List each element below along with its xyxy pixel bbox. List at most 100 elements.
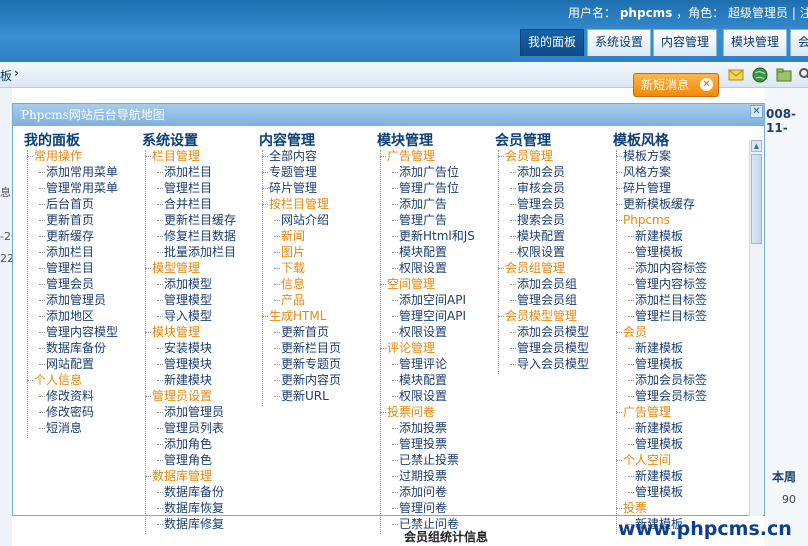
menu-link[interactable]: 管理会员模型 — [517, 340, 589, 356]
menu-link[interactable]: 更新缓存 — [46, 228, 94, 244]
menu-link[interactable]: 新建模板 — [635, 340, 683, 356]
menu-link[interactable]: 添加内容标签 — [635, 260, 707, 276]
menu-link[interactable]: 管理会员组 — [517, 292, 577, 308]
menu-group[interactable]: 图片 — [281, 244, 305, 260]
menu-group[interactable]: 按栏目管理 — [269, 196, 329, 212]
popup-close-icon[interactable]: ✕ — [750, 105, 763, 118]
menu-link[interactable]: 更新栏目缓存 — [164, 212, 236, 228]
menu-group[interactable]: 管理员设置 — [152, 388, 212, 404]
menu-link[interactable]: 更新首页 — [281, 324, 329, 340]
menu-group[interactable]: 会员组管理 — [505, 260, 565, 276]
menu-link[interactable]: 添加会员标签 — [635, 372, 707, 388]
menu-link[interactable]: 数据库备份 — [46, 340, 106, 356]
menu-link[interactable]: 修改密码 — [46, 404, 94, 420]
tab-system-settings[interactable]: 系统设置 — [587, 29, 652, 56]
menu-link[interactable]: 权限设置 — [399, 260, 447, 276]
folder-icon[interactable] — [776, 67, 792, 83]
menu-link[interactable]: 网站配置 — [46, 356, 94, 372]
menu-link[interactable]: 新建模板 — [635, 468, 683, 484]
menu-link[interactable]: 添加会员 — [517, 164, 565, 180]
menu-link[interactable]: 添加栏目 — [164, 164, 212, 180]
menu-link[interactable]: 安装模块 — [164, 340, 212, 356]
menu-link[interactable]: 添加问卷 — [399, 484, 447, 500]
menu-group[interactable]: 会员管理 — [505, 148, 553, 164]
menu-link[interactable]: 添加管理员 — [46, 292, 106, 308]
menu-link[interactable]: 修改资料 — [46, 388, 94, 404]
search-icon[interactable] — [798, 67, 808, 83]
menu-link[interactable]: 管理会员 — [517, 196, 565, 212]
menu-link[interactable]: 管理会员标签 — [635, 388, 707, 404]
menu-link[interactable]: 新建模板 — [635, 228, 683, 244]
menu-link[interactable]: 添加模型 — [164, 276, 212, 292]
column-heading[interactable]: 我的面板 — [24, 130, 80, 150]
menu-link[interactable]: 碎片管理 — [623, 180, 671, 196]
tab-member[interactable]: 会 — [790, 29, 808, 56]
menu-link[interactable]: 管理内容模型 — [46, 324, 118, 340]
menu-group[interactable]: 下载 — [281, 260, 305, 276]
menu-link[interactable]: 管理模板 — [635, 244, 683, 260]
menu-link[interactable]: 模块配置 — [399, 244, 447, 260]
column-heading[interactable]: 系统设置 — [142, 130, 198, 150]
tab-content-management[interactable]: 内容管理 — [653, 29, 718, 56]
menu-link[interactable]: 更新专题页 — [281, 356, 341, 372]
menu-group[interactable]: 模型管理 — [152, 260, 200, 276]
menu-group[interactable]: 广告管理 — [387, 148, 435, 164]
menu-link[interactable]: 管理栏目标签 — [635, 308, 707, 324]
menu-link[interactable]: 管理模型 — [164, 292, 212, 308]
menu-link[interactable]: 权限设置 — [399, 324, 447, 340]
menu-link[interactable]: 短消息 — [46, 420, 82, 436]
menu-link[interactable]: 管理广告 — [399, 212, 447, 228]
menu-group[interactable]: 个人信息 — [34, 372, 82, 388]
menu-link[interactable]: 数据库备份 — [164, 484, 224, 500]
menu-link[interactable]: 网站介绍 — [281, 212, 329, 228]
scroll-up-icon[interactable]: ▲ — [751, 140, 762, 152]
menu-link[interactable]: 添加广告位 — [399, 164, 459, 180]
menu-link[interactable]: 更新URL — [281, 388, 329, 404]
menu-link[interactable]: 后台首页 — [46, 196, 94, 212]
menu-link[interactable]: 更新栏目页 — [281, 340, 341, 356]
menu-link[interactable]: 碎片管理 — [269, 180, 317, 196]
menu-group[interactable]: 会员模型管理 — [505, 308, 577, 324]
menu-link[interactable]: 管理问卷 — [399, 500, 447, 516]
menu-link[interactable]: 更新内容页 — [281, 372, 341, 388]
menu-link[interactable]: 添加栏目 — [46, 244, 94, 260]
menu-link[interactable]: 添加空间API — [399, 292, 466, 308]
menu-link[interactable]: 新建模板 — [635, 420, 683, 436]
popup-scrollbar[interactable]: ▲ — [749, 140, 763, 516]
menu-link[interactable]: 模板方案 — [623, 148, 671, 164]
menu-group[interactable]: 生成HTML — [269, 308, 326, 324]
menu-group[interactable]: 空间管理 — [387, 276, 435, 292]
menu-link[interactable]: 管理模块 — [164, 356, 212, 372]
menu-group[interactable]: 栏目管理 — [152, 148, 200, 164]
menu-group[interactable]: 产品 — [281, 292, 305, 308]
menu-link[interactable]: 数据库修复 — [164, 516, 224, 532]
menu-link[interactable]: 全部内容 — [269, 148, 317, 164]
menu-group[interactable]: 常用操作 — [34, 148, 82, 164]
menu-link[interactable]: 添加栏目标签 — [635, 292, 707, 308]
menu-link[interactable]: 管理内容标签 — [635, 276, 707, 292]
tab-my-panel[interactable]: 我的面板 — [520, 29, 585, 56]
menu-link[interactable]: 更新Html和JS — [399, 228, 475, 244]
menu-link[interactable]: 添加会员组 — [517, 276, 577, 292]
menu-link[interactable]: 更新首页 — [46, 212, 94, 228]
menu-link[interactable]: 导入会员模型 — [517, 356, 589, 372]
menu-link[interactable]: 管理栏目 — [46, 260, 94, 276]
menu-link[interactable]: 更新模板缓存 — [623, 196, 695, 212]
menu-group[interactable]: 投票 — [623, 500, 647, 516]
menu-link[interactable]: 修复栏目数据 — [164, 228, 236, 244]
menu-link[interactable]: 管理会员 — [46, 276, 94, 292]
menu-link[interactable]: 管理模板 — [635, 356, 683, 372]
menu-link[interactable]: 添加广告 — [399, 196, 447, 212]
menu-group[interactable]: 评论管理 — [387, 340, 435, 356]
menu-group[interactable]: Phpcms — [623, 212, 670, 228]
menu-link[interactable]: 管理栏目 — [164, 180, 212, 196]
menu-link[interactable]: 管理模板 — [635, 436, 683, 452]
column-heading[interactable]: 模板风格 — [613, 130, 669, 150]
menu-group[interactable]: 信息 — [281, 276, 305, 292]
role-name[interactable]: 超级管理员 — [728, 6, 788, 20]
menu-link[interactable]: 添加地区 — [46, 308, 94, 324]
menu-link[interactable]: 风格方案 — [623, 164, 671, 180]
menu-link[interactable]: 数据库恢复 — [164, 500, 224, 516]
menu-link[interactable]: 管理投票 — [399, 436, 447, 452]
menu-group[interactable]: 数据库管理 — [152, 468, 212, 484]
